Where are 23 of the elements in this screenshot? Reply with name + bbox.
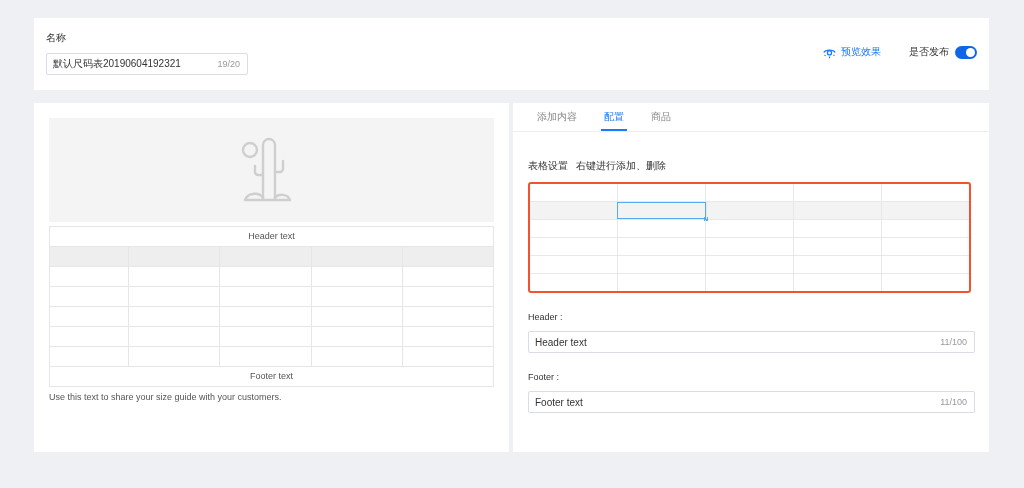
name-field[interactable]: 默认尺码表20190604192321 19/20 [46,53,248,75]
char-counter: 11/100 [940,397,967,407]
text-field[interactable]: Footer text 11/100 [528,391,975,413]
selected-cell[interactable] [616,202,706,219]
text-field[interactable]: Header text 11/100 [528,331,975,353]
char-counter: 11/100 [940,337,967,347]
table-row[interactable] [530,201,969,219]
field-label: Footer : [528,372,560,382]
preview-link[interactable]: 预览效果 [823,45,881,59]
field-label: 名称 [46,31,67,45]
switch-label: 是否发布 [909,45,949,59]
char-counter: 19/20 [217,59,240,69]
hint-text: 右键进行添加、删除 [576,159,666,173]
table-header-text: Header text [247,230,296,243]
tab[interactable]: 商品 [648,103,674,129]
field-label: Header : [528,312,564,322]
table-footer-text: Footer text [50,366,493,386]
tab[interactable]: 添加内容 [534,103,580,129]
tab[interactable]: 配置 [601,103,627,131]
publish-switch[interactable] [955,45,977,59]
table-editor[interactable] [528,182,971,293]
section-title: 表格设置 [528,159,568,173]
helper-text: Use this text to share your size guide with your customers. [49,392,283,402]
